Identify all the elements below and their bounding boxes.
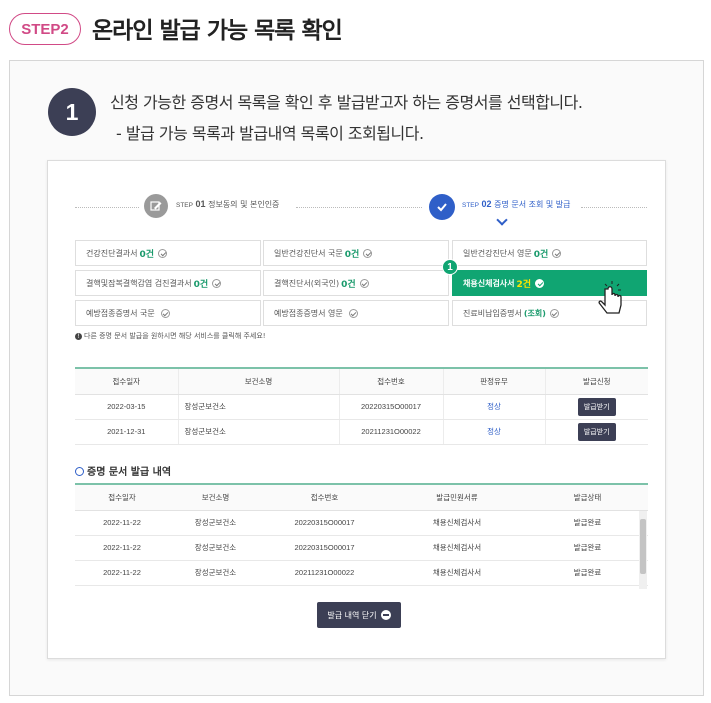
instruction-subtext: - 발급 가능 목록과 발급내역 목록이 조회됩니다. — [116, 124, 424, 143]
cert-item[interactable]: 결핵진단서(외국인) 0건 — [263, 270, 449, 296]
history-scrollbar[interactable] — [639, 511, 647, 589]
minus-circle-icon — [380, 610, 391, 620]
check-icon — [359, 278, 369, 288]
notice-text: ! 다른 증명 문서 발급을 원하시면 해당 서비스를 클릭해 주세요! — [75, 331, 266, 341]
cell-number: 20211231O00022 — [262, 560, 387, 586]
column-header: 발급신청 — [544, 368, 648, 395]
column-header: 발급민원서류 — [387, 484, 527, 511]
cert-item[interactable]: 예방접종증명서 국문 — [75, 300, 261, 326]
cell-action: 발급받기 — [544, 394, 648, 420]
receive-button[interactable]: 발급받기 — [577, 397, 616, 416]
scrollbar-thumb[interactable] — [640, 519, 646, 574]
check-circle-icon — [429, 194, 455, 220]
close-history-button[interactable]: 발급 내역 닫기 — [317, 602, 401, 628]
cell-date: 2022-03-15 — [75, 394, 178, 420]
history-title: 증명 문서 발급 내역 — [75, 463, 171, 478]
check-icon — [549, 308, 559, 318]
cell-center: 장성군보건소 — [169, 560, 262, 586]
result-link[interactable]: 정상 — [487, 427, 501, 436]
step2-label: STEP 02 증명 문서 조회 및 발급 — [462, 199, 571, 209]
page-title: 온라인 발급 가능 목록 확인 — [92, 18, 343, 44]
screenshot-panel: STEP 01 정보동의 및 본인인증 STEP 02 증명 문서 조회 및 발… — [47, 160, 666, 659]
column-header: 보건소명 — [169, 484, 262, 511]
stepper-line — [581, 207, 647, 208]
receive-button[interactable]: 발급받기 — [577, 422, 616, 441]
step-badge: STEP2 — [9, 13, 81, 45]
instruction-number: 1 — [48, 88, 96, 136]
table-row: 2021-12-31 장성군보건소 20211231O00022 정상 발급받기 — [75, 419, 648, 445]
column-header: 접수번호 — [262, 484, 387, 511]
cert-item[interactable]: 결핵및잠복결핵감염 검진결과서 0건 — [75, 270, 261, 296]
pointer-hand-icon — [598, 281, 628, 321]
table-row: 2022-11-22 장성군보건소 20220315O00017 채용신체검사서… — [75, 510, 648, 536]
cert-item[interactable]: 예방접종증명서 영문 — [263, 300, 449, 326]
cell-status: 발급완료 — [527, 535, 648, 561]
result-link[interactable]: 정상 — [487, 402, 501, 411]
step-marker: 1 — [442, 259, 458, 275]
cell-date: 2022-11-22 — [75, 560, 169, 586]
check-icon — [348, 308, 358, 318]
info-icon: ! — [75, 332, 82, 340]
cell-status: 발급완료 — [527, 560, 648, 586]
instruction-text: 신청 가능한 증명서 목록을 확인 후 발급받고자 하는 증명서를 선택합니다. — [110, 93, 583, 112]
cert-item[interactable]: 건강진단결과서 0건 — [75, 240, 261, 266]
cell-result: 정상 — [442, 394, 545, 420]
step1-label: STEP 01 정보동의 및 본인인증 — [176, 199, 280, 209]
column-header: 접수일자 — [75, 368, 178, 395]
table-header-row: 접수일자 보건소명 접수번호 발급민원서류 발급상태 — [75, 484, 648, 511]
column-header: 접수번호 — [338, 368, 443, 395]
column-header: 보건소명 — [177, 368, 339, 395]
cell-doc: 채용신체검사서 — [387, 560, 527, 586]
column-header: 접수일자 — [75, 484, 169, 511]
history-table: 접수일자 보건소명 접수번호 발급민원서류 발급상태 2022-11-22 장성… — [75, 483, 648, 586]
table-row: 2022-11-22 장성군보건소 20220315O00017 채용신체검사서… — [75, 535, 648, 561]
cell-date: 2022-11-22 — [75, 535, 169, 561]
cell-center: 장성군보건소 — [177, 394, 339, 420]
cell-number: 20220315O00017 — [262, 535, 387, 561]
check-icon — [160, 308, 170, 318]
cell-date: 2021-12-31 — [75, 419, 178, 445]
cell-doc: 채용신체검사서 — [387, 535, 527, 561]
cert-item[interactable]: 일반건강진단서 국문 0건 — [263, 240, 449, 266]
table-row: 2022-03-15 장성군보건소 20220315O00017 정상 발급받기 — [75, 394, 648, 420]
cell-date: 2022-11-22 — [75, 510, 169, 536]
chevron-down-icon — [496, 214, 508, 226]
issue-table: 접수일자 보건소명 접수번호 판정유무 발급신청 2022-03-15 장성군보… — [75, 367, 648, 445]
check-icon — [535, 278, 545, 288]
check-icon — [363, 248, 373, 258]
column-header: 판정유무 — [442, 368, 545, 395]
cell-result: 정상 — [442, 419, 545, 445]
check-icon — [552, 248, 562, 258]
stepper-line — [296, 207, 422, 208]
column-header: 발급상태 — [527, 484, 648, 511]
cell-status: 발급완료 — [527, 510, 648, 536]
cell-center: 장성군보건소 — [177, 419, 339, 445]
table-row: 2022-11-22 장성군보건소 20211231O00022 채용신체검사서… — [75, 560, 648, 586]
cell-center: 장성군보건소 — [169, 510, 262, 536]
cert-item[interactable]: 일반건강진단서 영문 0건 — [452, 240, 647, 266]
cell-number: 20211231O00022 — [338, 419, 443, 445]
check-icon — [158, 248, 168, 258]
table-header-row: 접수일자 보건소명 접수번호 판정유무 발급신청 — [75, 368, 648, 395]
cell-center: 장성군보건소 — [169, 535, 262, 561]
document-icon — [75, 467, 84, 476]
cell-doc: 채용신체검사서 — [387, 510, 527, 536]
stepper-line — [75, 207, 139, 208]
check-icon — [212, 278, 222, 288]
pencil-icon — [144, 194, 168, 218]
cell-action: 발급받기 — [544, 419, 648, 445]
cell-number: 20220315O00017 — [262, 510, 387, 536]
cell-number: 20220315O00017 — [338, 394, 443, 420]
